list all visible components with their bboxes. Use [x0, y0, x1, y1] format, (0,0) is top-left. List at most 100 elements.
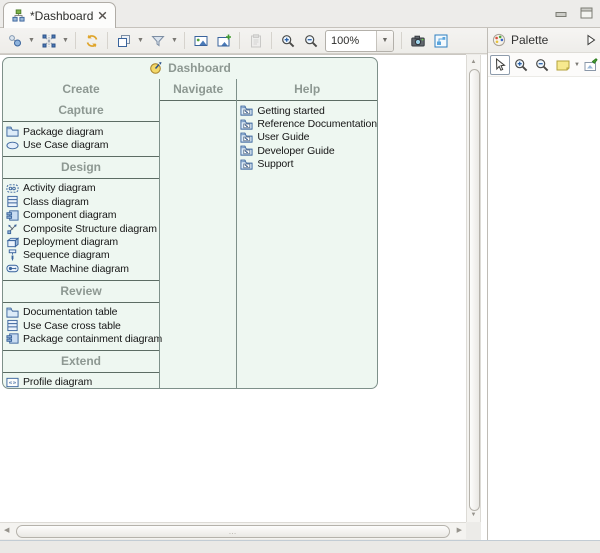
dashboard-item[interactable]: Use Case cross table — [3, 319, 159, 332]
snapshot-button[interactable] — [406, 30, 429, 52]
minimize-icon — [555, 7, 568, 18]
vertical-scrollbar-thumb[interactable] — [469, 69, 480, 511]
zoom-in-icon — [514, 58, 528, 72]
dashboard-item[interactable]: Activity diagram — [3, 182, 159, 195]
dashboard-item[interactable]: Documentation table — [3, 306, 159, 319]
filter-icon — [151, 34, 165, 48]
palette-icon — [492, 33, 506, 47]
diagram-toolbar: ▼▼▼▼100%▼ — [0, 28, 487, 54]
diagram-canvas[interactable]: Dashboard CreateCapturePackage diagramUs… — [0, 54, 466, 522]
filter-button[interactable] — [146, 30, 169, 52]
folder-icon — [6, 306, 19, 319]
palette-zoom-out-tool[interactable] — [532, 55, 552, 75]
zoom-in-button[interactable] — [276, 30, 299, 52]
copy-appearance-button[interactable] — [112, 30, 135, 52]
image-export-icon — [194, 34, 208, 48]
toolbar-separator — [401, 32, 402, 49]
toolbar-separator — [239, 32, 240, 49]
zoom-out-button[interactable] — [299, 30, 322, 52]
horizontal-scrollbar[interactable]: ◀ … ▶ — [0, 522, 466, 539]
dashboard-item[interactable]: Support — [237, 158, 377, 171]
copy-appearance-button-dropdown[interactable]: ▼ — [135, 37, 146, 44]
dashboard-item[interactable]: Class diagram — [3, 195, 159, 208]
dashboard-item[interactable]: Reference Documentation — [237, 117, 377, 130]
dashboard-item-label: User Guide — [257, 131, 309, 143]
linked-folder-icon — [240, 144, 253, 157]
class-icon — [6, 195, 19, 208]
column-header-navigate: Navigate — [160, 79, 236, 100]
show-related-elements-button-dropdown[interactable]: ▼ — [26, 37, 37, 44]
minimize-button[interactable] — [554, 5, 569, 20]
zoom-level-combo[interactable]: 100%▼ — [325, 30, 394, 52]
refresh-icon — [85, 34, 99, 48]
chevron-right-icon[interactable] — [586, 34, 596, 46]
section-header-extend: Extend — [3, 351, 159, 372]
dashboard-item[interactable]: Getting started — [237, 104, 377, 117]
dashboard-item[interactable]: «»Profile diagram — [3, 376, 159, 389]
dashboard-item[interactable]: Use Case diagram — [3, 138, 159, 151]
image-add-icon — [217, 34, 231, 48]
arrange-icon — [42, 34, 56, 48]
section-header-review: Review — [3, 281, 159, 302]
dashboard-item[interactable]: User Guide — [237, 131, 377, 144]
section-header-capture: Capture — [3, 100, 159, 121]
zoom-dropdown-button[interactable]: ▼ — [376, 31, 393, 51]
fit-view-button[interactable] — [429, 30, 452, 52]
profile-icon: «» — [6, 376, 19, 389]
dashboard-item[interactable]: Component diagram — [3, 209, 159, 222]
horizontal-scrollbar-thumb[interactable]: … — [16, 525, 450, 538]
dashboard-item[interactable]: Developer Guide — [237, 144, 377, 157]
model-icon — [12, 9, 25, 22]
palette-toolbar: ▼▼ — [488, 53, 600, 77]
dashboard-item[interactable]: Deployment diagram — [3, 235, 159, 248]
dashboard-column-help: Help Getting startedReference Documentati… — [236, 79, 377, 388]
toolbar-separator — [184, 32, 185, 49]
dashboard-item[interactable]: Sequence diagram — [3, 249, 159, 262]
class-icon — [6, 319, 19, 332]
dashboard-widget: Dashboard CreateCapturePackage diagramUs… — [2, 57, 378, 389]
scroll-left-icon[interactable]: ◀ — [4, 526, 9, 534]
tab-title: *Dashboard — [30, 9, 93, 23]
zoom-level-value[interactable]: 100% — [326, 35, 376, 47]
vertical-scrollbar[interactable]: ▲ ▼ — [466, 55, 481, 522]
linked-folder-icon — [240, 118, 253, 131]
dashboard-item[interactable]: Package containment diagram — [3, 332, 159, 345]
scroll-right-icon[interactable]: ▶ — [457, 526, 462, 534]
arrange-button-dropdown[interactable]: ▼ — [60, 37, 71, 44]
add-image-button[interactable] — [212, 30, 235, 52]
dashboard-item-label: Documentation table — [23, 306, 117, 318]
dashboard-item[interactable]: Composite Structure diagram — [3, 222, 159, 235]
dashboard-item-label: Class diagram — [23, 196, 89, 208]
note-tool-dropdown[interactable]: ▼ — [574, 62, 580, 68]
dashboard-item[interactable]: State Machine diagram — [3, 262, 159, 275]
note-tool[interactable] — [553, 55, 573, 75]
dashboard-item-label: Getting started — [257, 105, 324, 117]
column-header-create: Create — [3, 79, 159, 100]
editor-tab-dashboard[interactable]: *Dashboard — [3, 2, 116, 28]
arrange-button[interactable] — [37, 30, 60, 52]
palette-title: Palette — [511, 33, 581, 47]
component-icon — [6, 332, 19, 345]
select-tool[interactable] — [490, 55, 510, 75]
dashboard-item-label: Support — [257, 158, 293, 170]
maximize-button[interactable] — [579, 5, 594, 20]
palette-zoom-in-tool[interactable] — [511, 55, 531, 75]
dashboard-title: Dashboard — [168, 61, 231, 75]
export-image-button[interactable] — [189, 30, 212, 52]
dashboard-item[interactable]: Package diagram — [3, 125, 159, 138]
svg-text:«»: «» — [9, 379, 17, 387]
close-icon[interactable] — [98, 11, 107, 20]
toolbar-separator — [75, 32, 76, 49]
zoom-out-icon — [304, 34, 318, 48]
palette-header[interactable]: Palette — [488, 28, 600, 53]
image-tool[interactable] — [581, 55, 600, 75]
dashboard-item-label: State Machine diagram — [23, 263, 129, 275]
toolbar-separator — [107, 32, 108, 49]
filter-button-dropdown[interactable]: ▼ — [169, 37, 180, 44]
scroll-down-icon[interactable]: ▼ — [467, 512, 480, 518]
scroll-up-icon[interactable]: ▲ — [467, 59, 480, 65]
refresh-button[interactable] — [80, 30, 103, 52]
column-header-help: Help — [237, 79, 377, 100]
show-related-elements-button[interactable] — [3, 30, 26, 52]
dashboard-item-label: Use Case cross table — [23, 320, 121, 332]
